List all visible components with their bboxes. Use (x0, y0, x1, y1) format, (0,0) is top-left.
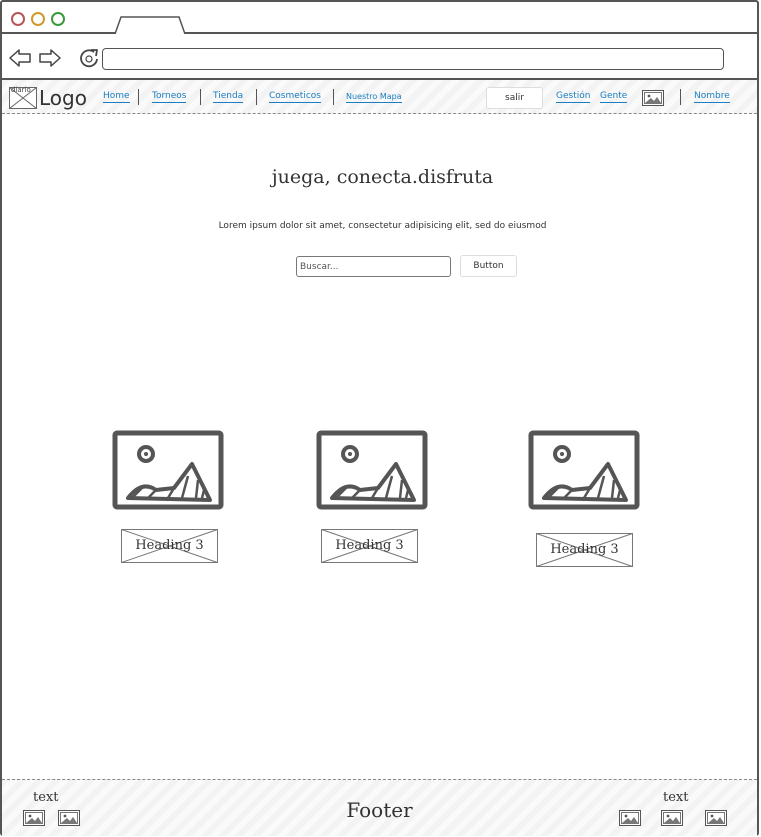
salir-button[interactable]: salir (486, 87, 543, 109)
image-icon (316, 430, 428, 510)
nav-link-tienda[interactable]: Tienda (213, 91, 244, 103)
search-button[interactable]: Button (460, 255, 517, 277)
image-icon[interactable] (619, 810, 641, 826)
site-footer: text Footer text (2, 779, 757, 836)
user-name-link[interactable]: Nombre (694, 91, 730, 103)
url-input[interactable] (102, 48, 724, 70)
forward-arrow-icon[interactable] (38, 49, 62, 67)
site-header: diario Logo Home Torneos Tienda Cosmetic… (2, 80, 757, 114)
card-heading-label: Heading 3 (335, 538, 404, 553)
nav-link-cosmeticos[interactable]: Cosmeticos (269, 91, 321, 103)
image-icon (112, 430, 224, 510)
card-heading-label: Heading 3 (550, 542, 619, 557)
image-icon[interactable] (661, 810, 683, 826)
reload-icon[interactable] (78, 47, 100, 69)
page-title: juega, conecta.disfruta (271, 166, 494, 188)
avatar-image-icon[interactable] (642, 90, 664, 106)
maximize-window-icon[interactable] (51, 12, 65, 26)
browser-titlebar (2, 2, 757, 34)
card-heading-label: Heading 3 (135, 538, 204, 553)
logo-text[interactable]: Logo (39, 86, 87, 110)
card-heading: Heading 3 (536, 533, 633, 567)
nav-link-gente[interactable]: Gente (600, 91, 628, 103)
image-icon[interactable] (705, 810, 727, 826)
nav-separator (333, 89, 334, 105)
page-subtitle: Lorem ipsum dolor sit amet, consectetur … (218, 221, 547, 231)
nav-separator (256, 89, 257, 105)
nav-separator (680, 89, 681, 105)
close-window-icon[interactable] (11, 12, 25, 26)
minimize-window-icon[interactable] (31, 12, 45, 26)
footer-title: Footer (346, 798, 413, 822)
search-input[interactable] (296, 256, 451, 277)
footer-right-text: text (663, 790, 689, 805)
browser-window: diario Logo Home Torneos Tienda Cosmetic… (0, 0, 759, 836)
nav-link-torneos[interactable]: Torneos (152, 91, 187, 103)
browser-tab[interactable] (114, 16, 186, 34)
nav-separator (200, 89, 201, 105)
back-arrow-icon[interactable] (8, 49, 32, 67)
nav-separator (138, 89, 139, 105)
browser-addressbar (2, 34, 757, 80)
nav-link-nuestro-mapa[interactable]: Nuestro Mapa (346, 91, 402, 103)
image-icon (528, 430, 640, 510)
card-heading: Heading 3 (121, 529, 218, 563)
nav-link-gestion[interactable]: Gestión (556, 91, 591, 103)
nav-link-home[interactable]: Home (103, 91, 130, 103)
logo-image-label: diario (11, 86, 31, 94)
card-heading: Heading 3 (321, 529, 418, 563)
